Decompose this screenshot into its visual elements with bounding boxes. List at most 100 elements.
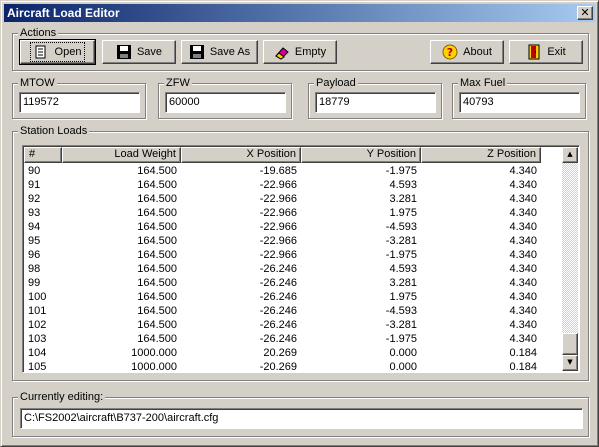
mtow-label: MTOW bbox=[18, 76, 57, 90]
exit-button-label: Exit bbox=[547, 46, 566, 58]
scroll-thumb[interactable] bbox=[562, 333, 578, 355]
scroll-down-button[interactable]: ▼ bbox=[562, 355, 578, 371]
cell-x-position: -20.269 bbox=[259, 361, 297, 373]
table-row[interactable]: 98 164.500 -26.246 4.593 4.340 bbox=[24, 262, 541, 276]
mtow-group: MTOW 119572 bbox=[12, 76, 146, 119]
vertical-scrollbar[interactable]: ▲ ▼ bbox=[562, 147, 578, 371]
cell-x-position: -22.966 bbox=[259, 235, 297, 247]
max-fuel-label: Max Fuel bbox=[458, 76, 508, 90]
payload-group: Payload 18779 bbox=[308, 76, 442, 119]
list-header: # Load Weight X Position Y Position Z Po… bbox=[24, 147, 541, 163]
cell-z-position: 4.340 bbox=[509, 319, 537, 331]
table-row[interactable]: 96 164.500 -22.966 -1.975 4.340 bbox=[24, 248, 541, 262]
cell-load-weight: 164.500 bbox=[137, 277, 177, 289]
cell-y-position: -3.281 bbox=[385, 235, 417, 247]
close-icon: ✕ bbox=[580, 6, 590, 19]
floppy-disk-icon bbox=[189, 45, 204, 59]
save-button[interactable]: Save bbox=[102, 40, 176, 64]
currently-editing-label: Currently editing: bbox=[18, 390, 106, 404]
scroll-down-icon: ▼ bbox=[567, 358, 573, 366]
empty-button-label: Empty bbox=[294, 46, 327, 58]
max-fuel-field[interactable]: 40793 bbox=[459, 92, 580, 113]
cell-load-weight: 164.500 bbox=[137, 249, 177, 261]
column-header-x-position[interactable]: X Position bbox=[181, 147, 301, 163]
table-row[interactable]: 90 164.500 -19.685 -1.975 4.340 bbox=[24, 164, 541, 178]
table-row[interactable]: 93 164.500 -22.966 1.975 4.340 bbox=[24, 206, 541, 220]
table-row[interactable]: 92 164.500 -22.966 3.281 4.340 bbox=[24, 192, 541, 206]
table-row[interactable]: 100 164.500 -26.246 1.975 4.340 bbox=[24, 290, 541, 304]
cell-z-position: 4.340 bbox=[509, 235, 537, 247]
exit-button[interactable]: Exit bbox=[509, 40, 583, 64]
cell-x-position: -22.966 bbox=[259, 249, 297, 261]
cell-station-number: 105 bbox=[28, 361, 47, 373]
cell-load-weight: 164.500 bbox=[137, 207, 177, 219]
cell-y-position: 1.975 bbox=[389, 291, 417, 303]
close-button[interactable]: ✕ bbox=[577, 6, 593, 20]
cell-load-weight: 1000.000 bbox=[131, 361, 177, 373]
about-button[interactable]: ? About bbox=[430, 40, 504, 64]
payload-label: Payload bbox=[314, 76, 358, 90]
cell-station-number: 99 bbox=[28, 277, 41, 289]
cell-station-number: 98 bbox=[28, 263, 41, 275]
table-row[interactable]: 102 164.500 -26.246 -3.281 4.340 bbox=[24, 318, 541, 332]
cell-z-position: 4.340 bbox=[509, 333, 537, 345]
cell-station-number: 92 bbox=[28, 193, 41, 205]
station-loads-list[interactable]: # Load Weight X Position Y Position Z Po… bbox=[22, 145, 580, 373]
cell-y-position: 0.000 bbox=[389, 361, 417, 373]
save-as-button[interactable]: Save As bbox=[181, 40, 258, 64]
question-icon: ? bbox=[442, 44, 458, 60]
save-button-label: Save bbox=[136, 46, 163, 58]
cell-z-position: 4.340 bbox=[509, 193, 537, 205]
cell-station-number: 94 bbox=[28, 221, 41, 233]
empty-button[interactable]: Empty bbox=[263, 40, 337, 64]
cell-y-position: 4.593 bbox=[389, 263, 417, 275]
list-rows: 90 164.500 -19.685 -1.975 4.340 91 164.500 -22.… bbox=[24, 164, 541, 373]
cell-z-position: 0.184 bbox=[509, 361, 537, 373]
max-fuel-group: Max Fuel 40793 bbox=[452, 76, 586, 119]
zfw-label: ZFW bbox=[164, 76, 192, 90]
column-header-number[interactable]: # bbox=[24, 147, 62, 163]
cell-y-position: 0.000 bbox=[389, 347, 417, 359]
column-header-load-weight[interactable]: Load Weight bbox=[62, 147, 181, 163]
cell-load-weight: 164.500 bbox=[137, 165, 177, 177]
currently-editing-group: Currently editing: C:\FS2002\aircraft\B7… bbox=[12, 390, 589, 437]
cell-z-position: 4.340 bbox=[509, 305, 537, 317]
table-row[interactable]: 103 164.500 -26.246 -1.975 4.340 bbox=[24, 332, 541, 346]
scroll-up-button[interactable]: ▲ bbox=[562, 147, 578, 163]
open-button[interactable]: Open bbox=[19, 39, 96, 65]
scroll-up-icon: ▲ bbox=[567, 150, 573, 158]
zfw-group: ZFW 60000 bbox=[158, 76, 292, 119]
table-row[interactable]: 94 164.500 -22.966 -4.593 4.340 bbox=[24, 220, 541, 234]
title-bar[interactable]: Aircraft Load Editor ✕ bbox=[4, 4, 595, 22]
cell-load-weight: 164.500 bbox=[137, 263, 177, 275]
cell-z-position: 4.340 bbox=[509, 165, 537, 177]
column-header-z-position[interactable]: Z Position bbox=[421, 147, 541, 163]
table-row[interactable]: 91 164.500 -22.966 4.593 4.340 bbox=[24, 178, 541, 192]
mtow-field[interactable]: 119572 bbox=[19, 92, 140, 113]
save-as-button-label: Save As bbox=[209, 46, 251, 58]
cell-z-position: 4.340 bbox=[509, 179, 537, 191]
file-path-field[interactable]: C:\FS2002\aircraft\B737-200\aircraft.cfg bbox=[20, 408, 583, 429]
table-row[interactable]: 104 1000.000 20.269 0.000 0.184 bbox=[24, 346, 541, 360]
cell-x-position: -22.966 bbox=[259, 193, 297, 205]
table-row[interactable]: 99 164.500 -26.246 3.281 4.340 bbox=[24, 276, 541, 290]
cell-load-weight: 164.500 bbox=[137, 291, 177, 303]
cell-load-weight: 164.500 bbox=[137, 235, 177, 247]
eraser-icon bbox=[275, 47, 289, 60]
cell-y-position: 1.975 bbox=[389, 207, 417, 219]
cell-load-weight: 164.500 bbox=[137, 193, 177, 205]
station-loads-label: Station Loads bbox=[18, 124, 90, 138]
table-row[interactable]: 105 1000.000 -20.269 0.000 0.184 bbox=[24, 360, 541, 373]
cell-x-position: -22.966 bbox=[259, 207, 297, 219]
cell-y-position: 3.281 bbox=[389, 193, 417, 205]
actions-group: Actions Open Save Save As Empty ? About … bbox=[12, 26, 589, 71]
table-row[interactable]: 101 164.500 -26.246 -4.593 4.340 bbox=[24, 304, 541, 318]
table-row[interactable]: 95 164.500 -22.966 -3.281 4.340 bbox=[24, 234, 541, 248]
zfw-field[interactable]: 60000 bbox=[165, 92, 286, 113]
column-header-y-position[interactable]: Y Position bbox=[301, 147, 421, 163]
payload-field[interactable]: 18779 bbox=[315, 92, 436, 113]
window-title: Aircraft Load Editor bbox=[7, 6, 120, 20]
cell-y-position: -1.975 bbox=[385, 333, 417, 345]
open-button-label: Open bbox=[54, 46, 82, 58]
actions-group-label: Actions bbox=[18, 26, 59, 40]
